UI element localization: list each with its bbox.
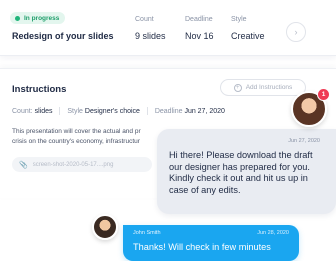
order-card[interactable]: In progress Redesign of your slides Coun… bbox=[0, 0, 336, 56]
meta-count-label: Count: bbox=[12, 107, 33, 115]
message-date: Jun 27, 2020 bbox=[288, 138, 320, 144]
notification-badge: 1 bbox=[317, 88, 330, 101]
divider bbox=[59, 107, 61, 115]
status-label: In progress bbox=[24, 14, 60, 22]
user-message-text: Thanks! Will check in few minutes bbox=[133, 242, 271, 252]
instructions-description: This presentation will cover the actual … bbox=[12, 127, 172, 147]
deadline-value: Nov 16 bbox=[185, 31, 214, 41]
paperclip-icon: 📎 bbox=[19, 161, 28, 169]
meta-count-value: slides bbox=[34, 107, 53, 115]
attachment-chip[interactable]: 📎 screen-shot-2020-05-17....png bbox=[12, 157, 152, 172]
designer-message-bubble: Jun 27, 2020 Hi there! Please download t… bbox=[157, 129, 336, 214]
attachment-name: screen-shot-2020-05-17....png bbox=[32, 161, 114, 168]
style-value: Creative bbox=[231, 31, 265, 41]
count-label: Count bbox=[135, 16, 154, 23]
meta-style-label: Style bbox=[67, 107, 83, 115]
meta-style-value: Designer's choice bbox=[84, 107, 140, 115]
instructions-meta: Count: slides Style Designer's choice De… bbox=[12, 107, 225, 115]
designer-message-text: Hi there! Please download the draft our … bbox=[169, 150, 313, 195]
add-instructions-label: Add Instructions bbox=[245, 84, 293, 91]
user-name: John Smith bbox=[133, 230, 161, 236]
count-value: 9 slides bbox=[135, 31, 166, 41]
meta-deadline-label: Deadline bbox=[154, 107, 183, 115]
plus-icon: + bbox=[233, 83, 242, 92]
add-instructions-button[interactable]: + Add Instructions bbox=[220, 79, 306, 96]
divider bbox=[146, 107, 148, 115]
user-message-date: Jun 28, 2020 bbox=[257, 230, 289, 236]
description-line: crisis on the country's economy, infrast… bbox=[12, 138, 140, 145]
chevron-right-icon: › bbox=[294, 27, 298, 37]
status-badge: In progress bbox=[10, 12, 66, 24]
style-label: Style bbox=[231, 16, 247, 23]
user-message-bubble: John Smith Jun 28, 2020 Thanks! Will che… bbox=[123, 225, 299, 261]
meta-deadline-value: Jun 27, 2020 bbox=[184, 107, 225, 115]
order-title: Redesign of your slides bbox=[12, 31, 114, 41]
user-avatar bbox=[92, 214, 118, 240]
deadline-label: Deadline bbox=[185, 16, 213, 23]
instructions-title: Instructions bbox=[12, 84, 67, 95]
description-line: This presentation will cover the actual … bbox=[12, 128, 141, 135]
open-order-button[interactable]: › bbox=[286, 22, 306, 42]
status-dot-icon bbox=[15, 15, 20, 21]
